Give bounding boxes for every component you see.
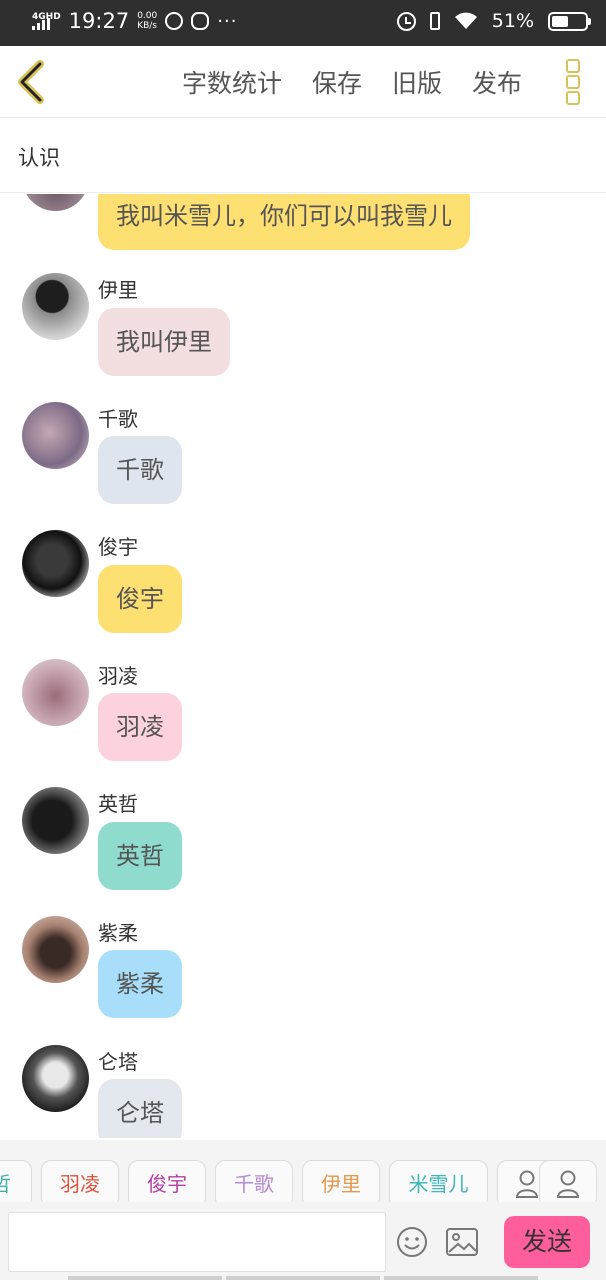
message-bubble[interactable]: 羽凌 bbox=[98, 693, 182, 761]
speed-value: 0.00 bbox=[137, 11, 158, 21]
battery-icon bbox=[548, 11, 591, 31]
message-list[interactable]: 我叫米雪儿，你们可以叫我雪儿 伊里 我叫伊里 千歌 千歌 俊宇 俊宇 羽凌 羽凌… bbox=[0, 194, 606, 1138]
sender-name: 仑塔 bbox=[98, 1050, 138, 1074]
home-indicator bbox=[68, 1276, 538, 1280]
chevron-left-icon bbox=[18, 60, 44, 104]
battery-fill bbox=[552, 15, 568, 27]
status-right: 51% bbox=[396, 10, 591, 32]
message-bubble[interactable]: 我叫米雪儿，你们可以叫我雪儿 bbox=[98, 194, 470, 250]
sender-name: 伊里 bbox=[98, 278, 138, 302]
speed-unit: KB/s bbox=[137, 21, 158, 31]
sender-name: 羽凌 bbox=[98, 664, 138, 688]
avatar[interactable] bbox=[22, 1045, 89, 1112]
alarm-icon bbox=[396, 11, 416, 31]
wechat-icon bbox=[191, 12, 210, 30]
message-bubble[interactable]: 英哲 bbox=[98, 822, 182, 890]
wifi-icon bbox=[454, 12, 477, 29]
clock: 19:27 bbox=[68, 9, 130, 33]
status-bar: 4GHD 19:27 0.00 KB/s ··· 51% bbox=[0, 0, 606, 46]
message-bubble[interactable]: 仑塔 bbox=[98, 1079, 182, 1138]
more-menu-button[interactable] bbox=[566, 56, 584, 108]
top-toolbar: 字数统计 保存 旧版 发布 bbox=[0, 46, 606, 118]
role-tab[interactable]: 羽凌 bbox=[41, 1160, 119, 1208]
chat-title-bar: 认识 bbox=[0, 119, 606, 193]
network-speed: 0.00 KB/s bbox=[137, 11, 157, 31]
old-version-button[interactable]: 旧版 bbox=[392, 64, 442, 100]
add-role-button[interactable] bbox=[539, 1160, 597, 1208]
message-bubble[interactable]: 千歌 bbox=[98, 436, 182, 504]
app-notification-icon bbox=[165, 12, 184, 30]
avatar[interactable] bbox=[22, 194, 89, 211]
back-button[interactable] bbox=[14, 60, 54, 104]
word-count-button[interactable]: 字数统计 bbox=[182, 64, 282, 100]
avatar[interactable] bbox=[22, 916, 89, 983]
menu-dot-icon bbox=[566, 59, 580, 73]
message-bubble[interactable]: 紫柔 bbox=[98, 950, 182, 1018]
message-bubble[interactable]: 我叫伊里 bbox=[98, 308, 230, 376]
avatar[interactable] bbox=[22, 273, 89, 340]
menu-dot-icon bbox=[566, 75, 580, 89]
image-icon[interactable] bbox=[446, 1228, 478, 1256]
vibrate-icon bbox=[429, 12, 440, 30]
role-tab[interactable]: 米雪儿 bbox=[389, 1160, 488, 1208]
avatar[interactable] bbox=[22, 659, 89, 726]
role-tab[interactable]: 哲 bbox=[0, 1160, 32, 1208]
message-input[interactable] bbox=[8, 1212, 386, 1272]
role-tab[interactable]: 伊里 bbox=[302, 1160, 380, 1208]
avatar[interactable] bbox=[22, 402, 89, 469]
battery-percent: 51% bbox=[491, 10, 534, 32]
message-bubble[interactable]: 俊宇 bbox=[98, 565, 182, 633]
sender-name: 英哲 bbox=[98, 792, 138, 816]
sender-name: 紫柔 bbox=[98, 921, 138, 945]
more-notifications-icon: ··· bbox=[217, 10, 238, 32]
role-selector-bar: 哲 羽凌 俊宇 千歌 伊里 米雪儿 bbox=[0, 1140, 606, 1208]
person-icon bbox=[515, 1170, 539, 1198]
save-button[interactable]: 保存 bbox=[312, 64, 362, 100]
menu-dot-icon bbox=[566, 91, 580, 105]
avatar[interactable] bbox=[22, 530, 89, 597]
status-left: 4GHD 19:27 0.00 KB/s ··· bbox=[32, 9, 237, 33]
sender-name: 千歌 bbox=[98, 407, 138, 431]
input-area: 发送 bbox=[0, 1202, 606, 1280]
avatar[interactable] bbox=[22, 787, 89, 854]
chat-title[interactable]: 认识 bbox=[18, 142, 60, 172]
role-tab[interactable]: 千歌 bbox=[215, 1160, 293, 1208]
role-tab[interactable]: 俊宇 bbox=[128, 1160, 206, 1208]
toolbar-actions: 字数统计 保存 旧版 发布 bbox=[182, 64, 522, 100]
emoji-icon[interactable] bbox=[396, 1226, 428, 1258]
network-indicator: 4GHD bbox=[32, 12, 61, 30]
person-icon bbox=[556, 1170, 580, 1198]
sender-name: 俊宇 bbox=[98, 535, 138, 559]
publish-button[interactable]: 发布 bbox=[472, 64, 522, 100]
send-button[interactable]: 发送 bbox=[504, 1216, 590, 1268]
